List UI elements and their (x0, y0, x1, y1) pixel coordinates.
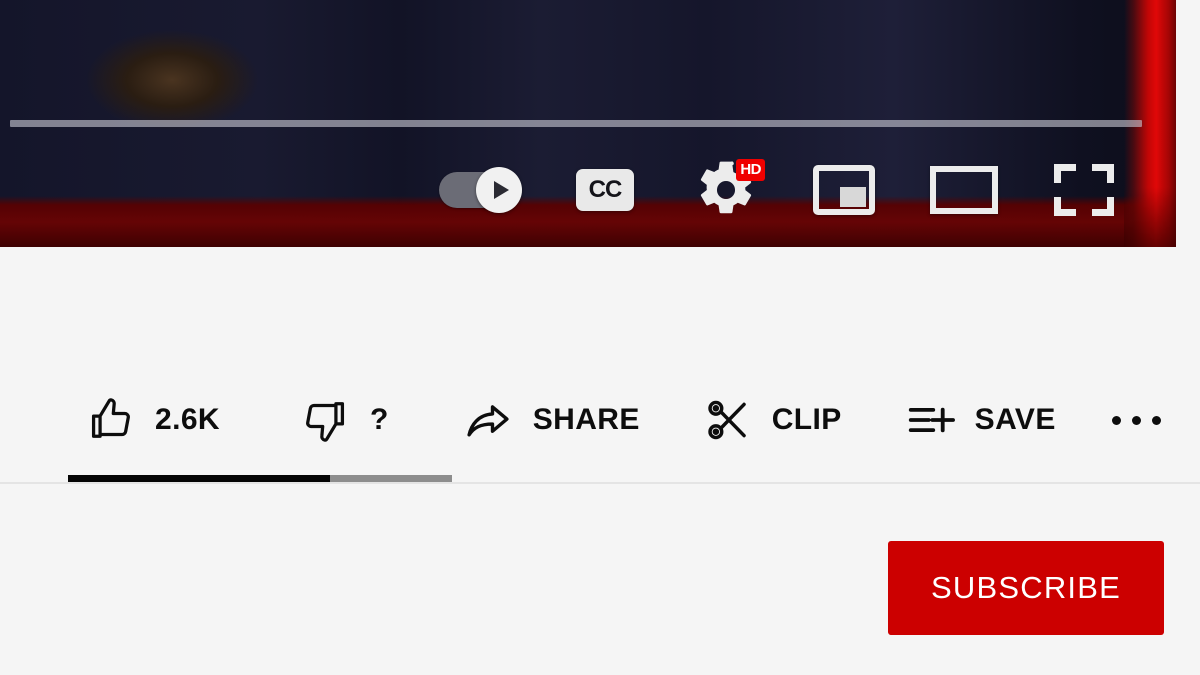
player-controls-bar: CC HD (0, 152, 1176, 228)
like-button[interactable]: 2.6K (86, 380, 220, 460)
dislike-button[interactable]: ? (298, 380, 389, 460)
thumbs-up-icon (91, 398, 130, 438)
theater-mode-icon (930, 166, 998, 214)
save-button[interactable]: SAVE (904, 380, 1056, 460)
video-action-bar: 2.6K ? SHARE CLIP SAVE (0, 380, 1200, 460)
save-label: SAVE (974, 403, 1056, 436)
fullscreen-icon (1054, 164, 1114, 216)
miniplayer-icon (813, 165, 875, 215)
more-horizontal-icon (1111, 415, 1161, 425)
save-list-plus-icon (908, 407, 955, 433)
miniplayer-button[interactable] (802, 152, 886, 228)
subscribe-button[interactable]: SUBSCRIBE (888, 541, 1164, 635)
play-triangle-icon (494, 181, 509, 199)
dislike-count-label: ? (369, 403, 389, 436)
miniplayer-inner-rect (840, 187, 866, 207)
autoplay-toggle[interactable] (432, 152, 524, 228)
like-count-label: 2.6K (155, 403, 220, 436)
more-actions-button[interactable] (1111, 380, 1161, 460)
cc-label: CC (588, 176, 623, 203)
section-divider (0, 482, 1200, 484)
thumbs-down-icon (306, 402, 345, 442)
settings-button[interactable]: HD (686, 152, 766, 228)
scissors-icon (708, 400, 746, 440)
share-button[interactable]: SHARE (461, 380, 640, 460)
autoplay-toggle-track (439, 167, 522, 213)
closed-captions-icon: CC (576, 169, 634, 211)
clip-button[interactable]: CLIP (702, 380, 842, 460)
hd-badge: HD (736, 159, 765, 181)
fullscreen-button[interactable] (1042, 152, 1126, 228)
video-progress-bar[interactable] (10, 120, 1142, 127)
share-label: SHARE (532, 403, 640, 436)
autoplay-toggle-icon (476, 167, 522, 213)
closed-captions-button[interactable]: CC (565, 152, 645, 228)
video-player[interactable]: CC HD (0, 0, 1176, 247)
clip-label: CLIP (771, 403, 842, 436)
theater-mode-button[interactable] (922, 152, 1006, 228)
share-arrow-icon (467, 405, 509, 437)
